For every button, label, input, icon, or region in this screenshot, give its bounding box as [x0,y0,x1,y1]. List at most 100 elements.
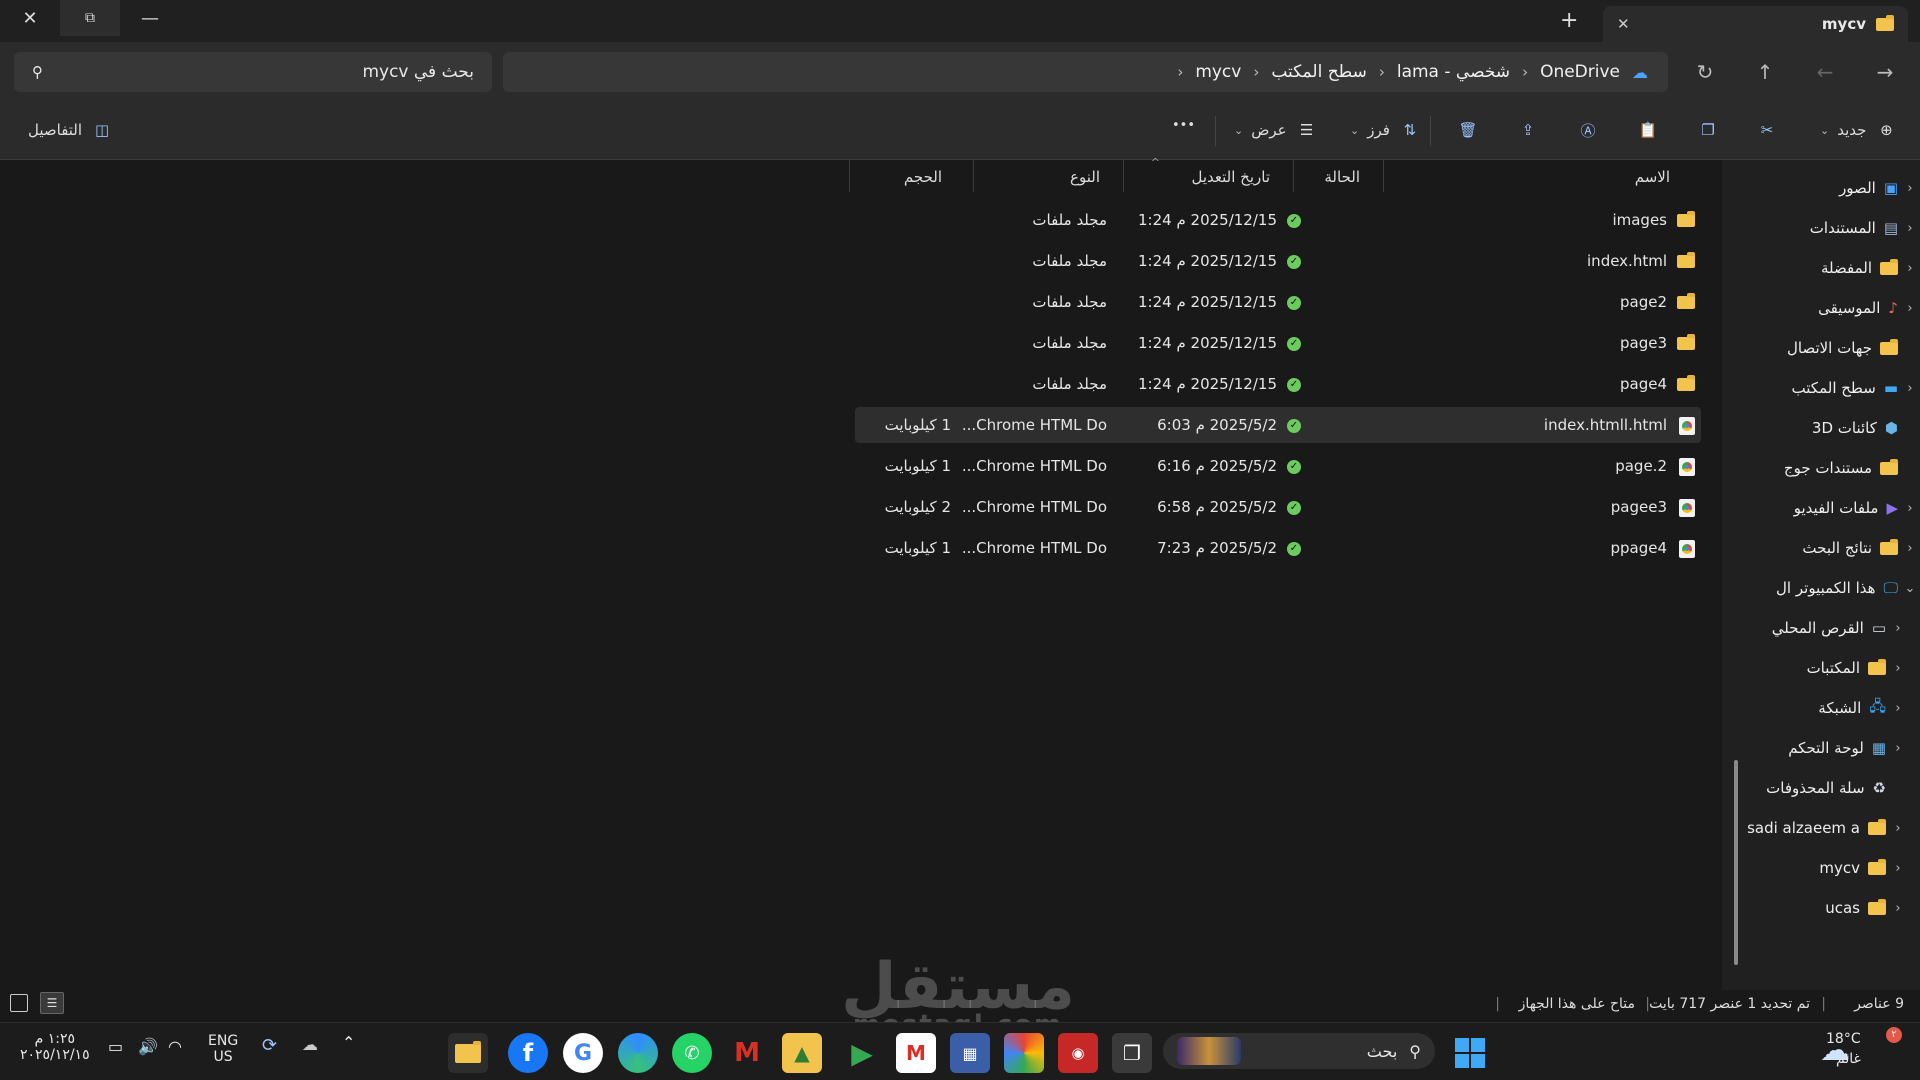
nav-item-desktop[interactable]: ‹ ▬ سطح المكتب [1722,368,1920,408]
nav-pane-scrollbar[interactable] [1734,760,1738,965]
tab-mycv[interactable]: mycv ✕ [1603,6,1908,42]
taskbar-app-photos[interactable]: ▲ [782,1033,822,1073]
task-view-button[interactable]: ❐ [1112,1033,1152,1073]
sort-button[interactable]: ⌄ فرز ⇅ [1350,118,1422,142]
file-row[interactable]: images ✓ 2025/12/15 م 1:24 مجلد ملفات [855,202,1701,238]
taskbar-search[interactable]: ⚲ بحث [1163,1033,1435,1069]
nav-item-libraries[interactable]: ‹ المكتبات [1722,648,1920,688]
nav-item-this-pc[interactable]: ⌄ 🖵 هذا الكمبيوتر ال [1722,568,1920,608]
file-row[interactable]: page.2 ✓ 2025/5/2 م 6:16 Chrome HTML Do.… [855,448,1701,484]
file-type: مجلد ملفات [1032,293,1107,311]
nav-item-music[interactable]: ‹ ♪ الموسيقى [1722,288,1920,328]
share-button[interactable]: ⇪ [1516,118,1540,142]
file-row[interactable]: page3 ✓ 2025/12/15 م 1:24 مجلد ملفات [855,325,1701,361]
nav-item-control-panel[interactable]: ‹ ▦ لوحة التحكم [1722,728,1920,768]
taskbar-app-google[interactable]: G [563,1033,603,1073]
nav-item-google-docs[interactable]: مستندات جوج [1722,448,1920,488]
file-row[interactable]: index.html ✓ 2025/12/15 م 1:24 مجلد ملفا… [855,243,1701,279]
up-button[interactable]: ↑ [1744,51,1786,93]
nav-item-sadi-alzaeem[interactable]: ‹ sadi alzaeem a [1722,808,1920,848]
input-language-button[interactable]: ENG US [208,1033,238,1065]
details-pane-button[interactable]: التفاصيل ◫ [28,118,114,142]
nav-item-local-disk[interactable]: ‹ ▭ القرص المحلي [1722,608,1920,648]
file-name: page3 [1619,334,1667,352]
column-status[interactable]: الحالة [1324,168,1360,186]
volume-icon[interactable]: 🔊 [138,1037,158,1056]
show-hidden-icons-button[interactable]: ⌃ [342,1033,355,1052]
taskbar-app-gmail-2[interactable]: M [896,1033,936,1073]
taskbar-app-gmail[interactable]: M [727,1033,767,1073]
taskbar-app-facebook[interactable]: f [508,1033,548,1073]
clock[interactable]: ١:٢٥ م ٢٠٢٥/١٢/١٥ [20,1031,90,1063]
nav-item-ucas[interactable]: ‹ ucas [1722,888,1920,928]
file-modified: 2025/12/15 م 1:24 [1138,375,1277,393]
restore-window-button[interactable]: ⧉ [60,0,120,36]
copy-button[interactable]: ❐ [1696,118,1720,142]
onedrive-tray-icon[interactable]: ☁ [302,1035,318,1054]
column-divider[interactable] [973,160,974,192]
search-input[interactable]: ⚲ بحث في mycv [14,52,492,92]
back-button[interactable]: → [1864,51,1906,93]
delete-button[interactable]: 🗑 [1456,118,1480,142]
breadcrumb-personal[interactable]: شخصي - lama [1397,62,1510,82]
nav-item-contacts[interactable]: جهات الاتصال [1722,328,1920,368]
taskbar-app-red[interactable]: ◉ [1058,1033,1098,1073]
column-divider[interactable] [1293,160,1294,192]
file-row[interactable]: page4 ✓ 2025/12/15 م 1:24 مجلد ملفات [855,366,1701,402]
chevron-icon: ‹ [1907,380,1913,396]
breadcrumb-mycv[interactable]: mycv [1195,62,1241,82]
column-name[interactable]: الاسم [1635,168,1670,186]
taskbar-app-copilot[interactable] [1004,1033,1044,1073]
taskbar-app-play-store[interactable]: ▶ [842,1033,882,1073]
start-button[interactable] [1450,1033,1490,1073]
nav-item-network[interactable]: ‹ 🖧 الشبكة [1722,688,1920,728]
column-divider[interactable] [849,160,850,192]
address-bar[interactable]: ☁ OneDrive ‹ شخصي - lama ‹ سطح المكتب ‹ … [503,52,1668,92]
breadcrumb-desktop[interactable]: سطح المكتب [1271,62,1367,82]
nav-item-search-results[interactable]: ‹ نتائج البحث [1722,528,1920,568]
gmail-icon: M [906,1041,926,1065]
column-modified[interactable]: تاريخ التعديل [1191,168,1270,186]
nav-item-recycle-bin[interactable]: ♻ سلة المحذوفات [1722,768,1920,808]
nav-item-favorites[interactable]: ‹ المفضلة [1722,248,1920,288]
paste-button[interactable]: 📋 [1636,118,1660,142]
refresh-button[interactable]: ↻ [1684,51,1726,93]
minimize-window-button[interactable]: — [120,0,180,36]
taskbar-app-file-explorer[interactable] [448,1033,488,1073]
nav-item-documents[interactable]: ‹ ▤ المستندات [1722,208,1920,248]
view-button[interactable]: ⌄ عرض ☰ [1234,118,1319,142]
file-row[interactable]: ppage4 ✓ 2025/5/2 م 7:23 Chrome HTML Do.… [855,530,1701,566]
wifi-icon[interactable]: ◠ [168,1037,182,1056]
new-button[interactable]: ⌄ جديد ⊕ [1820,118,1898,142]
file-row-selected[interactable]: index.htmll.html ✓ 2025/5/2 م 6:03 Chrom… [855,407,1701,443]
column-divider[interactable] [1123,160,1124,192]
taskbar-app-edge[interactable] [618,1033,658,1073]
chevron-icon: ‹ [1895,700,1901,716]
close-tab-button[interactable]: ✕ [1617,15,1630,33]
sync-tray-icon[interactable]: ⟳ [262,1035,277,1056]
column-divider[interactable] [1383,160,1384,192]
nav-item-videos[interactable]: ‹ ▶ ملفات الفيديو [1722,488,1920,528]
file-row[interactable]: page2 ✓ 2025/12/15 م 1:24 مجلد ملفات [855,284,1701,320]
battery-icon[interactable]: ▭ [108,1037,123,1056]
details-view-toggle[interactable]: ☰ [40,992,64,1014]
nav-item-mycv[interactable]: ‹ mycv [1722,848,1920,888]
forward-button[interactable]: ← [1804,51,1846,93]
search-highlight-image [1177,1037,1241,1065]
close-window-button[interactable]: ✕ [0,0,60,36]
large-icons-view-toggle[interactable] [10,994,28,1012]
details-label: التفاصيل [28,121,83,139]
column-size[interactable]: الحجم [904,168,942,186]
more-options-button[interactable]: ••• [1172,118,1195,133]
new-tab-button[interactable]: + [1560,8,1578,33]
documents-icon: ▤ [1883,219,1898,237]
nav-item-3d-objects[interactable]: ⬢ كائنات 3D [1722,408,1920,448]
breadcrumb-onedrive[interactable]: OneDrive [1540,62,1620,82]
column-type[interactable]: النوع [1070,168,1100,186]
nav-item-pictures[interactable]: ‹ ▣ الصور [1722,168,1920,208]
taskbar-app-whatsapp[interactable]: ✆ [672,1033,712,1073]
rename-button[interactable]: Ⓐ [1576,118,1600,142]
file-row[interactable]: pagee3 ✓ 2025/5/2 م 6:58 Chrome HTML Do.… [855,489,1701,525]
taskbar-app-viewer[interactable]: ▦ [950,1033,990,1073]
cut-button[interactable]: ✂ [1755,118,1779,142]
